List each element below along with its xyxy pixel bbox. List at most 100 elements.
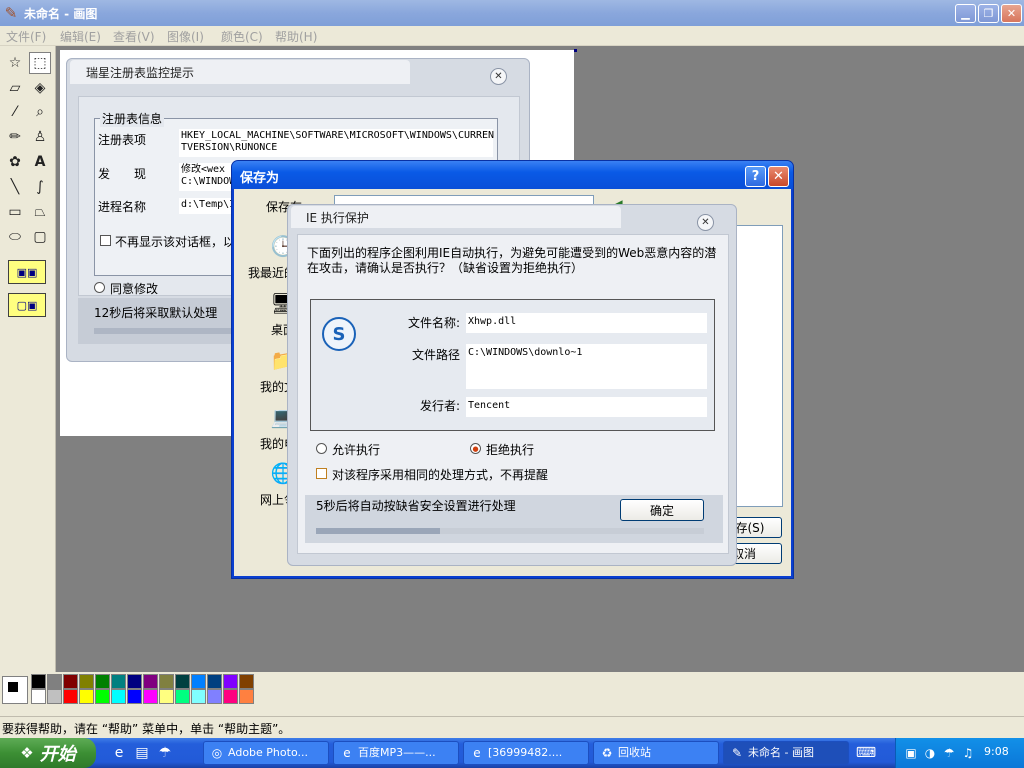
eraser-tool-icon[interactable]: ▱ <box>4 77 26 99</box>
brush-tool-icon[interactable]: ♙ <box>29 126 51 148</box>
task-baidu-mp3[interactable]: e 百度MP3——... <box>333 741 459 765</box>
palette-swatch[interactable] <box>191 689 206 704</box>
palette-swatch[interactable] <box>159 689 174 704</box>
help-button[interactable]: ? <box>745 166 766 187</box>
media-quicklaunch-icon[interactable]: ☂ <box>156 744 174 762</box>
palette-swatch[interactable] <box>47 689 62 704</box>
ok-button[interactable]: 确定 <box>620 499 704 521</box>
line-tool-icon[interactable]: ╲ <box>4 176 26 198</box>
foreground-color[interactable] <box>7 681 19 693</box>
palette-swatch[interactable] <box>95 674 110 689</box>
allow-execution-radio[interactable] <box>316 443 327 454</box>
menu-file[interactable]: 文件(F) <box>6 28 46 45</box>
palette-swatch[interactable] <box>63 689 78 704</box>
transparent-option-icon[interactable]: ▢▣ <box>8 293 46 317</box>
palette-swatch[interactable] <box>127 689 142 704</box>
dont-show-checkbox[interactable] <box>100 235 111 246</box>
start-button[interactable]: ❖ 开始 <box>0 738 96 768</box>
ie-countdown-text: 5秒后将自动按缺省安全设置进行处理 <box>316 499 516 513</box>
umbrella-tray-icon[interactable]: ☂ <box>941 745 957 761</box>
task-browser[interactable]: e [36999482.... <box>463 741 589 765</box>
rectangle-tool-icon[interactable]: ▭ <box>4 201 26 223</box>
menu-view[interactable]: 查看(V) <box>113 28 155 45</box>
ie-quicklaunch-icon[interactable]: e <box>110 744 128 762</box>
rounded-rect-tool-icon[interactable]: ▢ <box>29 226 51 248</box>
fill-tool-icon[interactable]: ◈ <box>29 77 51 99</box>
rising-progress-bar <box>94 328 244 334</box>
palette-swatch[interactable] <box>111 689 126 704</box>
windows-logo-icon: ❖ <box>20 744 34 762</box>
save-as-close-button[interactable]: ✕ <box>768 166 789 187</box>
file-path-label: 文件路径 <box>411 348 460 362</box>
palette-swatch[interactable] <box>239 674 254 689</box>
restore-button[interactable]: ❐ <box>978 4 999 23</box>
ie-protection-close-icon[interactable]: ✕ <box>697 214 714 231</box>
allow-execution-label: 允许执行 <box>332 443 381 457</box>
security-tray-icon[interactable]: ◑ <box>922 745 938 761</box>
deny-execution-radio[interactable]: ● <box>470 443 481 454</box>
registry-info-label: 注册表信息 <box>100 110 165 127</box>
menu-help[interactable]: 帮助(H) <box>275 28 317 45</box>
rising-close-icon[interactable]: ✕ <box>490 68 507 85</box>
palette-swatch[interactable] <box>223 689 238 704</box>
text-tool-icon[interactable]: A <box>29 151 51 173</box>
canvas-resize-handle[interactable] <box>574 49 577 52</box>
palette-swatch[interactable] <box>111 674 126 689</box>
task-photoshop[interactable]: ◎ Adobe Photo... <box>203 741 329 765</box>
opaque-option-icon[interactable]: ▣▣ <box>8 260 46 284</box>
publisher-label: 发行者: <box>419 399 460 413</box>
palette-swatch[interactable] <box>175 689 190 704</box>
agree-modify-radio[interactable] <box>94 282 105 293</box>
volume-tray-icon[interactable]: ♫ <box>960 745 976 761</box>
palette-swatch[interactable] <box>47 674 62 689</box>
curve-tool-icon[interactable]: ∫ <box>29 176 51 198</box>
title-bar <box>0 0 1024 26</box>
palette-swatch[interactable] <box>79 674 94 689</box>
task-paint[interactable]: ✎ 未命名 - 画图 <box>723 741 849 765</box>
menu-image[interactable]: 图像(I) <box>167 28 204 45</box>
palette-swatch[interactable] <box>191 674 206 689</box>
menu-edit[interactable]: 编辑(E) <box>60 28 101 45</box>
magnifier-tool-icon[interactable]: ⌕ <box>29 101 51 123</box>
polygon-tool-icon[interactable]: ⏢ <box>29 201 51 223</box>
free-select-tool-icon[interactable]: ☆ <box>4 52 26 74</box>
status-text: 要获得帮助，请在 “帮助” 菜单中，单击 “帮助主题”。 <box>2 722 291 736</box>
palette-swatch[interactable] <box>79 689 94 704</box>
photoshop-icon: ◎ <box>211 746 223 760</box>
palette-swatch[interactable] <box>159 674 174 689</box>
palette-swatch[interactable] <box>175 674 190 689</box>
palette-swatch[interactable] <box>223 674 238 689</box>
palette-swatch[interactable] <box>63 674 78 689</box>
ellipse-tool-icon[interactable]: ⬭ <box>4 226 26 248</box>
task-recycle-bin[interactable]: ♻ 回收站 <box>593 741 719 765</box>
airbrush-tool-icon[interactable]: ✿ <box>4 151 26 173</box>
color-picker-tool-icon[interactable]: ⁄ <box>4 101 26 123</box>
file-name-label: 文件名称: <box>407 316 460 330</box>
palette-swatch[interactable] <box>143 689 158 704</box>
paint-app-icon[interactable]: ✎ <box>2 4 20 22</box>
ie-window-icon: e <box>473 746 481 760</box>
minimize-button[interactable]: ▁ <box>955 4 976 23</box>
clock: 9:08 <box>984 745 1009 758</box>
palette-swatch[interactable] <box>207 689 222 704</box>
palette-swatch[interactable] <box>143 674 158 689</box>
rising-countdown: 12秒后将采取默认处理 <box>94 306 218 320</box>
menu-colors[interactable]: 颜色(C) <box>221 28 263 45</box>
publisher-value: Tencent <box>466 397 707 417</box>
agree-modify-label: 同意修改 <box>110 282 159 296</box>
current-colors[interactable] <box>2 676 28 704</box>
palette-swatch[interactable] <box>127 674 142 689</box>
palette-swatch[interactable] <box>31 674 46 689</box>
remember-choice-checkbox[interactable] <box>316 468 327 479</box>
palette-swatch[interactable] <box>95 689 110 704</box>
palette-swatch[interactable] <box>239 689 254 704</box>
desktop-quicklaunch-icon[interactable]: ▤ <box>133 744 151 762</box>
keyboard-icon[interactable]: ⌨ <box>856 744 876 762</box>
recycle-bin-icon: ♻ <box>601 746 613 760</box>
network-tray-icon[interactable]: ▣ <box>903 745 919 761</box>
rect-select-tool-icon[interactable]: ⬚ <box>29 52 51 74</box>
close-button[interactable]: ✕ <box>1001 4 1022 23</box>
pencil-tool-icon[interactable]: ✏ <box>4 126 26 148</box>
palette-swatch[interactable] <box>207 674 222 689</box>
palette-swatch[interactable] <box>31 689 46 704</box>
